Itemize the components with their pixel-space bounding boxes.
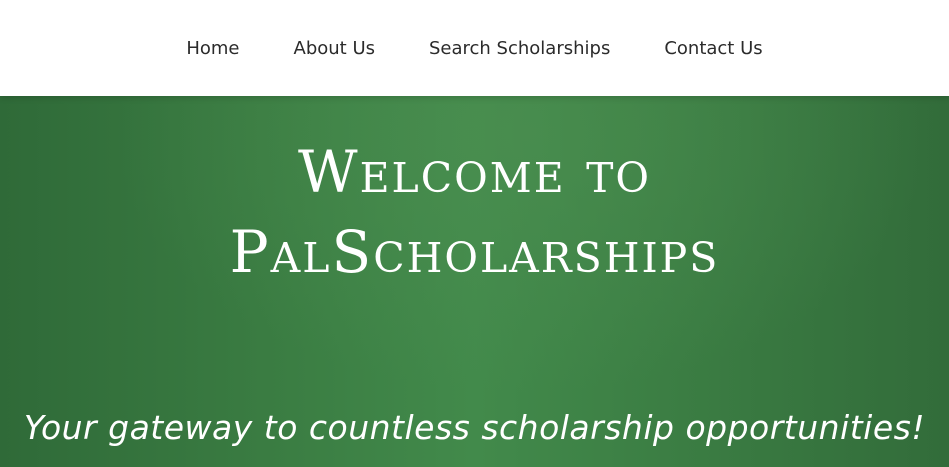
- hero-title-line-1: Welcome to: [297, 138, 652, 206]
- main-nav: Home About Us Search Scholarships Contac…: [159, 38, 789, 59]
- nav-list: Home About Us Search Scholarships Contac…: [159, 38, 789, 59]
- nav-item-contact-us: Contact Us: [637, 38, 789, 59]
- nav-item-about-us: About Us: [267, 38, 403, 59]
- nav-link-contact-us[interactable]: Contact Us: [637, 28, 789, 69]
- top-navigation: Home About Us Search Scholarships Contac…: [0, 0, 949, 96]
- hero-title: Welcome to PalScholarships: [0, 132, 949, 292]
- nav-item-home: Home: [159, 38, 266, 59]
- nav-link-about-us[interactable]: About Us: [267, 28, 403, 69]
- nav-item-search-scholarships: Search Scholarships: [402, 38, 637, 59]
- nav-link-search-scholarships[interactable]: Search Scholarships: [402, 28, 637, 69]
- hero-subtitle: Your gateway to countless scholarship op…: [23, 408, 926, 447]
- nav-link-home[interactable]: Home: [159, 28, 266, 69]
- hero-title-line-2: PalScholarships: [229, 218, 720, 286]
